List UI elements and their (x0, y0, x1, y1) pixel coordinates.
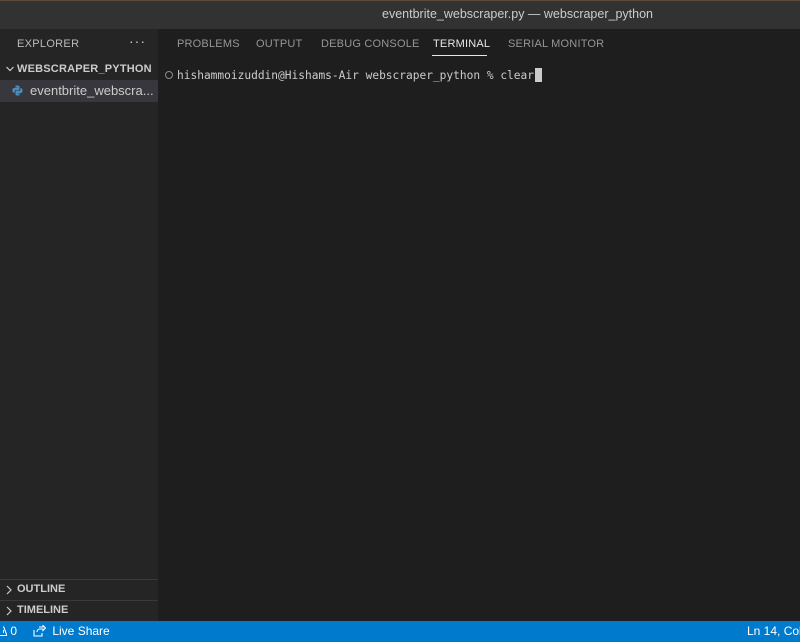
file-item-eventbrite-webscraper[interactable]: eventbrite_webscra... (0, 80, 158, 102)
folder-label: WEBSCRAPER_PYTHON (17, 63, 152, 75)
tab-debug-console[interactable]: DEBUG CONSOLE (321, 38, 420, 50)
tab-problems[interactable]: PROBLEMS (177, 38, 240, 50)
warnings-indicator[interactable]: 0 (0, 624, 17, 638)
outline-label: OUTLINE (17, 583, 65, 595)
explorer-sidebar: EXPLORER ··· WEBSCRAPER_PYTHON eventbrit… (0, 29, 158, 621)
tab-terminal[interactable]: TERMINAL (433, 38, 490, 50)
panel-tabs: PROBLEMS OUTPUT DEBUG CONSOLE TERMINAL S… (158, 29, 800, 59)
timeline-label: TIMELINE (17, 604, 68, 616)
explorer-title: EXPLORER (17, 38, 79, 50)
status-bar: 0 Live Share Ln 14, Col (0, 621, 800, 642)
terminal-prompt: hishammoizuddin@Hishams-Air webscraper_p… (177, 69, 500, 82)
folder-webscraper-python[interactable]: WEBSCRAPER_PYTHON (0, 61, 158, 80)
terminal-command: clear (500, 69, 534, 82)
chevron-right-icon (5, 585, 13, 595)
live-share-button[interactable]: Live Share (33, 624, 110, 638)
active-tab-indicator (432, 55, 487, 56)
warnings-count: 0 (10, 624, 17, 638)
live-share-label: Live Share (52, 624, 109, 638)
terminal-line[interactable]: hishammoizuddin@Hishams-Air webscraper_p… (158, 67, 800, 85)
cursor-position[interactable]: Ln 14, Col (747, 624, 800, 638)
command-decoration-icon (165, 71, 173, 79)
more-actions-icon[interactable]: ··· (129, 33, 146, 49)
outline-section[interactable]: OUTLINE (0, 579, 158, 599)
chevron-right-icon (5, 606, 13, 616)
window-title: eventbrite_webscraper.py — webscraper_py… (0, 7, 800, 21)
warning-icon (0, 625, 7, 637)
chevron-down-icon (5, 64, 15, 74)
terminal-cursor (535, 68, 542, 82)
live-share-icon (33, 625, 46, 637)
bottom-panel: PROBLEMS OUTPUT DEBUG CONSOLE TERMINAL S… (158, 29, 800, 621)
file-label: eventbrite_webscra... (30, 83, 155, 98)
terminal-text: hishammoizuddin@Hishams-Air webscraper_p… (177, 68, 542, 82)
tab-serial-monitor[interactable]: SERIAL MONITOR (508, 38, 604, 50)
timeline-section[interactable]: TIMELINE (0, 600, 158, 620)
title-bar: eventbrite_webscraper.py — webscraper_py… (0, 0, 800, 29)
python-file-icon (12, 85, 23, 96)
tab-output[interactable]: OUTPUT (256, 38, 302, 50)
explorer-header: EXPLORER ··· (0, 29, 158, 59)
